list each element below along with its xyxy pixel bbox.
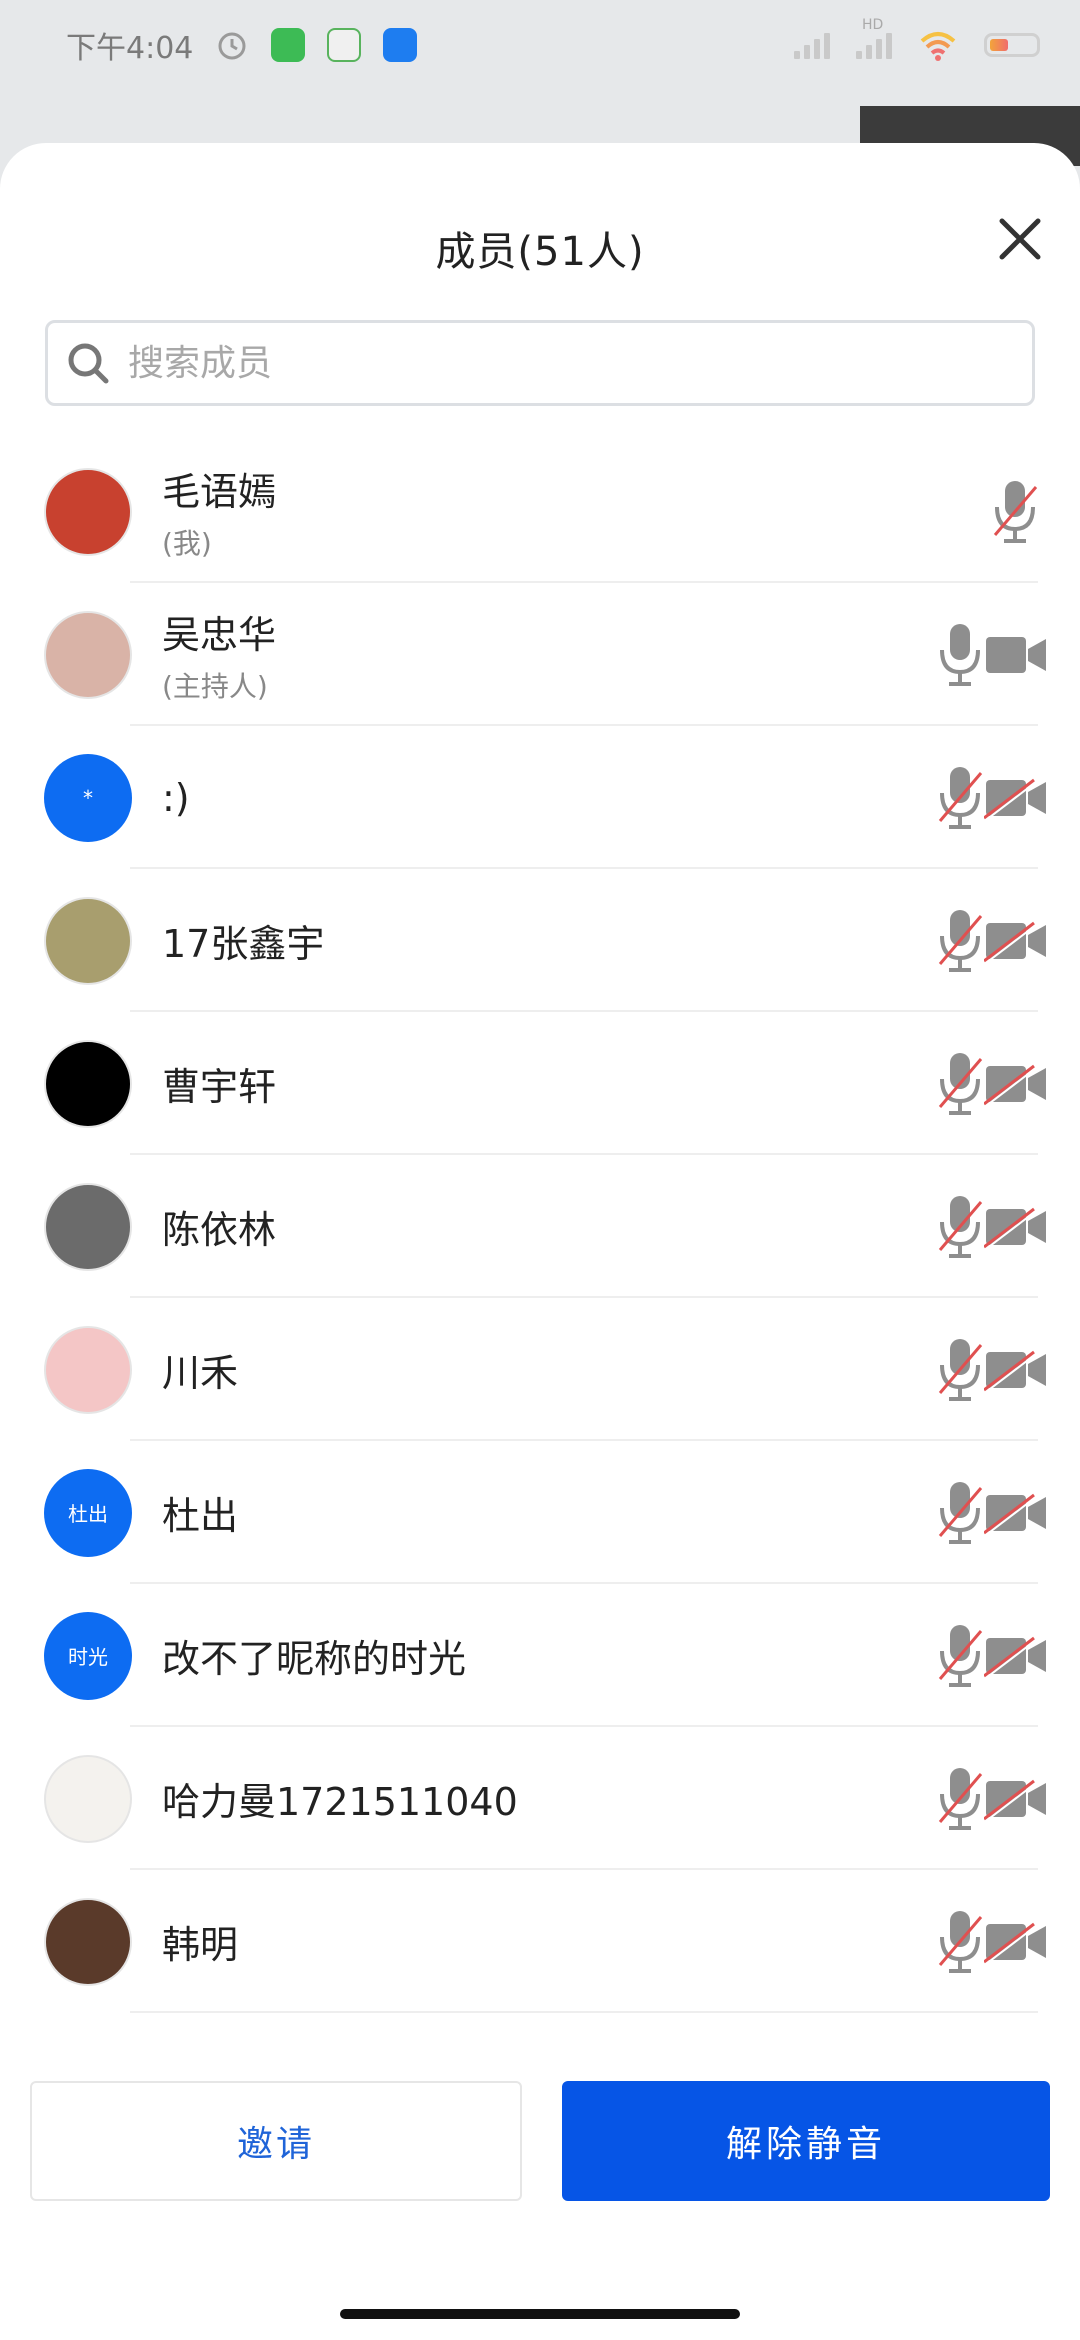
member-name-group: 韩明 bbox=[162, 1914, 238, 1969]
alarm-icon bbox=[218, 32, 246, 60]
avatar bbox=[44, 1039, 132, 1128]
status-right: HD bbox=[794, 17, 1040, 61]
member-name-group: 毛语嫣 (我) bbox=[162, 461, 276, 562]
member-name-group: 杜出 bbox=[162, 1485, 238, 1540]
member-row[interactable]: 毛语嫣 (我) bbox=[0, 440, 1080, 583]
avatar bbox=[44, 1182, 132, 1271]
member-name: 哈力曼1721511040 bbox=[162, 1780, 518, 1824]
status-time: 下午4:04 bbox=[66, 31, 194, 66]
avatar bbox=[44, 896, 132, 985]
member-name-group: 改不了昵称的时光 bbox=[162, 1628, 466, 1683]
avatar: 杜出 bbox=[44, 1468, 132, 1557]
member-name-group: 17张鑫宇 bbox=[162, 913, 324, 968]
member-row[interactable]: 吴忠华 (主持人) bbox=[0, 583, 1080, 726]
avatar bbox=[44, 610, 132, 699]
member-name-group: 哈力曼1721511040 bbox=[162, 1771, 518, 1826]
avatar bbox=[44, 1897, 132, 1986]
member-name: 韩明 bbox=[162, 1923, 239, 1967]
signal-icon bbox=[794, 31, 830, 59]
member-name-group: 曹宇轩 bbox=[162, 1056, 276, 1111]
avatar bbox=[44, 1754, 132, 1843]
camera-icon[interactable] bbox=[984, 633, 1048, 677]
member-name-group: :) bbox=[162, 776, 190, 820]
member-row[interactable]: 曹宇轩 bbox=[0, 1012, 1080, 1155]
app-notification-icon bbox=[327, 28, 362, 62]
member-name-group: 陈依林 bbox=[162, 1199, 276, 1254]
member-name: :) bbox=[162, 775, 190, 820]
member-name-group: 吴忠华 (主持人) bbox=[162, 604, 276, 705]
invite-button[interactable]: 邀请 bbox=[30, 2081, 522, 2201]
search-box[interactable] bbox=[45, 320, 1035, 406]
app-notification-icon bbox=[383, 28, 418, 62]
signal-hd-icon: HD bbox=[856, 17, 892, 59]
camera-off-icon[interactable] bbox=[983, 1634, 1048, 1679]
camera-off-icon[interactable] bbox=[983, 1205, 1048, 1250]
member-name: 曹宇轩 bbox=[162, 1065, 277, 1109]
sheet-title: 成员(51人) bbox=[435, 229, 645, 275]
close-button[interactable] bbox=[990, 209, 1050, 269]
search-input[interactable] bbox=[126, 341, 1010, 385]
member-role: (主持人) bbox=[162, 670, 268, 703]
mic-muted-icon[interactable] bbox=[935, 1621, 985, 1691]
member-name: 毛语嫣 bbox=[162, 470, 277, 514]
mic-muted-icon[interactable] bbox=[935, 1478, 985, 1548]
mic-muted-icon[interactable] bbox=[935, 763, 985, 833]
camera-off-icon[interactable] bbox=[983, 1777, 1048, 1822]
status-left: 下午4:04 bbox=[66, 23, 418, 67]
battery-icon bbox=[984, 33, 1040, 57]
camera-off-icon[interactable] bbox=[983, 1491, 1048, 1536]
camera-off-icon[interactable] bbox=[983, 1062, 1048, 1107]
member-name: 17张鑫宇 bbox=[162, 922, 325, 966]
member-name: 陈依林 bbox=[162, 1208, 277, 1252]
camera-off-icon[interactable] bbox=[983, 1348, 1048, 1393]
hd-label: HD bbox=[862, 17, 884, 33]
wifi-icon bbox=[920, 32, 956, 61]
mic-muted-icon[interactable] bbox=[935, 1907, 985, 1977]
mic-muted-icon[interactable] bbox=[935, 1049, 985, 1119]
mic-muted-icon[interactable] bbox=[935, 1335, 985, 1405]
app-notification-icon bbox=[271, 28, 306, 62]
member-row[interactable]: 川禾 bbox=[0, 1298, 1080, 1441]
member-name: 川禾 bbox=[162, 1351, 239, 1395]
member-row[interactable]: *:) bbox=[0, 726, 1080, 869]
member-name: 吴忠华 bbox=[162, 613, 277, 657]
member-name-group: 川禾 bbox=[162, 1342, 238, 1397]
member-role: (我) bbox=[162, 527, 212, 560]
camera-off-icon[interactable] bbox=[983, 776, 1048, 821]
close-icon bbox=[999, 218, 1041, 260]
camera-off-icon[interactable] bbox=[983, 919, 1048, 964]
member-row[interactable]: 哈力曼1721511040 bbox=[0, 1727, 1080, 1870]
bottom-actions: 邀请 解除静音 bbox=[30, 2081, 1050, 2201]
member-row[interactable]: 韩明 bbox=[0, 1870, 1080, 2013]
mic-icon[interactable] bbox=[935, 620, 985, 690]
avatar bbox=[44, 1325, 132, 1414]
mic-muted-icon[interactable] bbox=[935, 1192, 985, 1262]
search-icon bbox=[68, 343, 109, 384]
unmute-button[interactable]: 解除静音 bbox=[562, 2081, 1050, 2201]
members-sheet: 成员(51人) 毛语嫣 (我) 吴忠华 (主持人) *:) bbox=[0, 143, 1080, 2340]
camera-off-icon[interactable] bbox=[983, 1920, 1048, 1965]
avatar: * bbox=[44, 753, 132, 842]
mic-muted-icon[interactable] bbox=[990, 477, 1040, 547]
member-row[interactable]: 陈依林 bbox=[0, 1155, 1080, 1298]
member-name: 改不了昵称的时光 bbox=[162, 1637, 467, 1681]
member-row[interactable]: 时光 改不了昵称的时光 bbox=[0, 1584, 1080, 1727]
avatar bbox=[44, 467, 132, 556]
member-row[interactable]: 杜出 杜出 bbox=[0, 1441, 1080, 1584]
member-name: 杜出 bbox=[162, 1494, 239, 1538]
member-list: 毛语嫣 (我) 吴忠华 (主持人) *:) 17张鑫宇 曹宇轩 陈依林 川禾 杜… bbox=[0, 440, 1080, 2013]
home-indicator[interactable] bbox=[340, 2309, 740, 2319]
member-row[interactable]: 17张鑫宇 bbox=[0, 869, 1080, 1012]
status-bar: 下午4:04 HD bbox=[0, 0, 1080, 90]
mic-muted-icon[interactable] bbox=[935, 1764, 985, 1834]
avatar: 时光 bbox=[44, 1611, 132, 1700]
mic-muted-icon[interactable] bbox=[935, 906, 985, 976]
